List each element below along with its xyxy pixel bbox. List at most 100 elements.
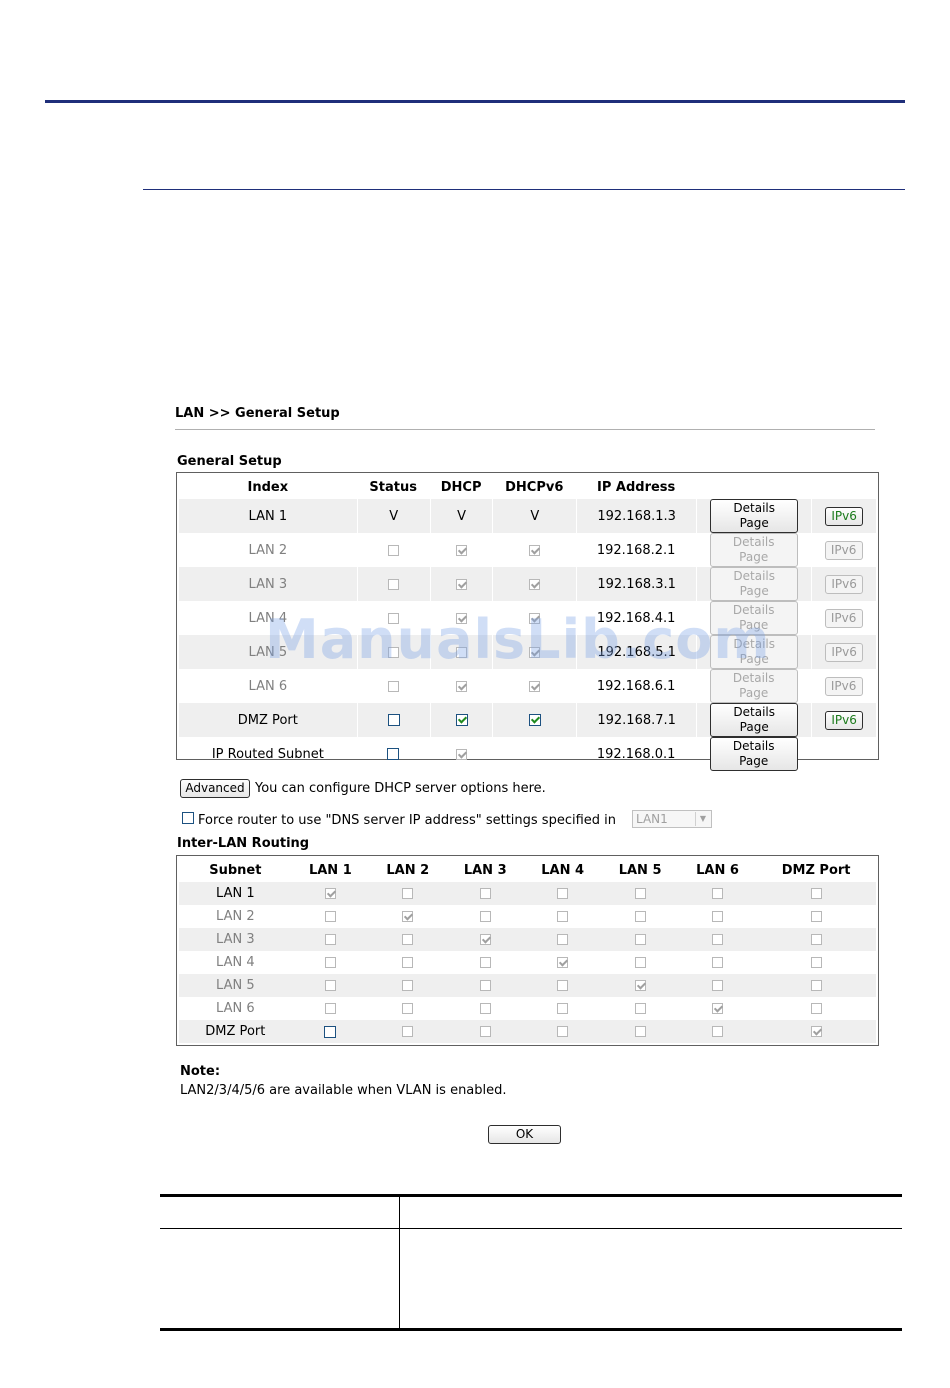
ipv6-button[interactable]: IPv6: [825, 710, 864, 730]
routing-checkbox[interactable]: [324, 957, 336, 968]
details-page-button[interactable]: Details Page: [709, 601, 798, 635]
routing-checkbox[interactable]: [712, 980, 724, 991]
ipv6-button[interactable]: IPv6: [825, 574, 864, 594]
routing-checkbox[interactable]: [402, 934, 414, 945]
dhcp-checkbox[interactable]: [455, 714, 468, 726]
routing-checkbox[interactable]: [712, 888, 724, 899]
status-checkbox[interactable]: [387, 748, 400, 760]
routing-checkbox[interactable]: [810, 1026, 822, 1037]
header-subnet: Subnet: [209, 862, 262, 878]
details-page-button[interactable]: Details Page: [709, 533, 798, 567]
routing-checkbox[interactable]: [402, 957, 414, 968]
routing-checkbox[interactable]: [479, 1026, 491, 1037]
routing-checkbox[interactable]: [324, 1025, 337, 1038]
routing-checkbox[interactable]: [810, 911, 822, 922]
routing-checkbox[interactable]: [324, 911, 336, 922]
routing-checkbox[interactable]: [712, 957, 724, 968]
ipv6-button[interactable]: IPv6: [825, 642, 864, 662]
status-checkbox[interactable]: [388, 646, 400, 658]
routing-checkbox[interactable]: [557, 934, 569, 945]
routing-checkbox[interactable]: [324, 934, 336, 945]
row-subnet: LAN 2: [216, 909, 255, 924]
routing-checkbox[interactable]: [479, 888, 491, 899]
status-checkbox[interactable]: [387, 544, 399, 556]
routing-checkbox[interactable]: [402, 888, 414, 899]
routing-checkbox[interactable]: [634, 934, 646, 945]
routing-checkbox[interactable]: [402, 980, 414, 991]
routing-checkbox[interactable]: [557, 957, 569, 968]
ipv6-button[interactable]: IPv6: [825, 506, 864, 526]
routing-checkbox[interactable]: [810, 957, 822, 968]
routing-checkbox[interactable]: [634, 911, 646, 922]
header-lan6: LAN 6: [696, 862, 739, 878]
row-index: LAN 1: [179, 499, 357, 533]
ipv6-button[interactable]: IPv6: [824, 540, 863, 560]
details-page-button[interactable]: Details Page: [710, 635, 799, 669]
routing-checkbox[interactable]: [479, 980, 491, 991]
row-subnet: LAN 5: [179, 974, 292, 997]
routing-checkbox[interactable]: [810, 1003, 822, 1014]
routing-checkbox[interactable]: [479, 957, 491, 968]
routing-checkbox[interactable]: [402, 1003, 414, 1014]
routing-checkbox[interactable]: [557, 888, 569, 899]
routing-checkbox[interactable]: [402, 1026, 414, 1037]
row-subnet: LAN 1: [179, 882, 292, 905]
routing-checkbox[interactable]: [557, 1026, 569, 1037]
routing-checkbox[interactable]: [634, 957, 646, 968]
routing-checkbox[interactable]: [324, 1003, 336, 1014]
status-checkbox[interactable]: [387, 612, 399, 624]
routing-checkbox[interactable]: [712, 911, 724, 922]
dhcpv6-checkbox[interactable]: [528, 714, 541, 726]
dhcp-checkbox[interactable]: [455, 680, 467, 692]
routing-checkbox[interactable]: [634, 980, 646, 991]
ok-button[interactable]: OK: [488, 1125, 561, 1144]
status-checkbox[interactable]: [388, 578, 400, 590]
ipv6-button[interactable]: IPv6: [824, 676, 863, 696]
routing-checkbox[interactable]: [712, 1003, 724, 1014]
advanced-button[interactable]: Advanced: [180, 779, 250, 798]
routing-checkbox[interactable]: [634, 888, 646, 899]
dhcpv6-checkbox[interactable]: [528, 544, 540, 556]
dns-lan-select[interactable]: LAN1 ▼: [632, 810, 712, 828]
routing-checkbox[interactable]: [634, 1003, 646, 1014]
dhcpv6-checkbox[interactable]: [529, 578, 541, 590]
routing-checkbox[interactable]: [810, 980, 822, 991]
sub-rule: [143, 189, 905, 190]
routing-checkbox[interactable]: [712, 1026, 724, 1037]
status-checkbox[interactable]: [387, 714, 400, 726]
details-page-button[interactable]: Details Page: [710, 567, 799, 601]
routing-checkbox[interactable]: [557, 911, 569, 922]
dhcp-checkbox[interactable]: [455, 544, 467, 556]
dhcpv6-checkbox[interactable]: [528, 680, 540, 692]
details-page-button[interactable]: Details Page: [709, 737, 798, 771]
dhcp-checkbox[interactable]: [455, 612, 467, 624]
routing-checkbox[interactable]: [810, 888, 822, 899]
header-status: Status: [369, 479, 417, 495]
row-index: LAN 2: [248, 542, 288, 558]
force-dns-checkbox[interactable]: [182, 812, 194, 824]
dhcpv6-checkbox[interactable]: [528, 612, 540, 624]
routing-checkbox[interactable]: [479, 911, 491, 922]
general-setup-title: General Setup: [177, 454, 282, 469]
routing-checkbox[interactable]: [479, 934, 491, 945]
header-index: Index: [247, 479, 289, 495]
routing-checkbox[interactable]: [479, 1003, 491, 1014]
routing-checkbox[interactable]: [557, 1003, 569, 1014]
dhcp-checkbox[interactable]: [456, 578, 468, 590]
ipv6-button[interactable]: IPv6: [824, 608, 863, 628]
dhcp-checkbox[interactable]: [455, 748, 467, 760]
details-page-button[interactable]: Details Page: [710, 499, 799, 533]
routing-checkbox[interactable]: [712, 934, 724, 945]
dhcp-checkbox[interactable]: [456, 646, 468, 658]
routing-checkbox[interactable]: [810, 934, 822, 945]
routing-checkbox[interactable]: [324, 980, 336, 991]
routing-checkbox[interactable]: [402, 911, 414, 922]
routing-checkbox[interactable]: [634, 1026, 646, 1037]
routing-checkbox[interactable]: [557, 980, 569, 991]
status-checkbox[interactable]: [387, 680, 399, 692]
details-page-button[interactable]: Details Page: [710, 703, 799, 737]
details-page-button[interactable]: Details Page: [709, 669, 798, 703]
table-row: IP Routed Subnet 192.168.0.1 Details Pag…: [179, 737, 876, 771]
routing-checkbox[interactable]: [324, 888, 336, 899]
dhcpv6-checkbox[interactable]: [529, 646, 541, 658]
